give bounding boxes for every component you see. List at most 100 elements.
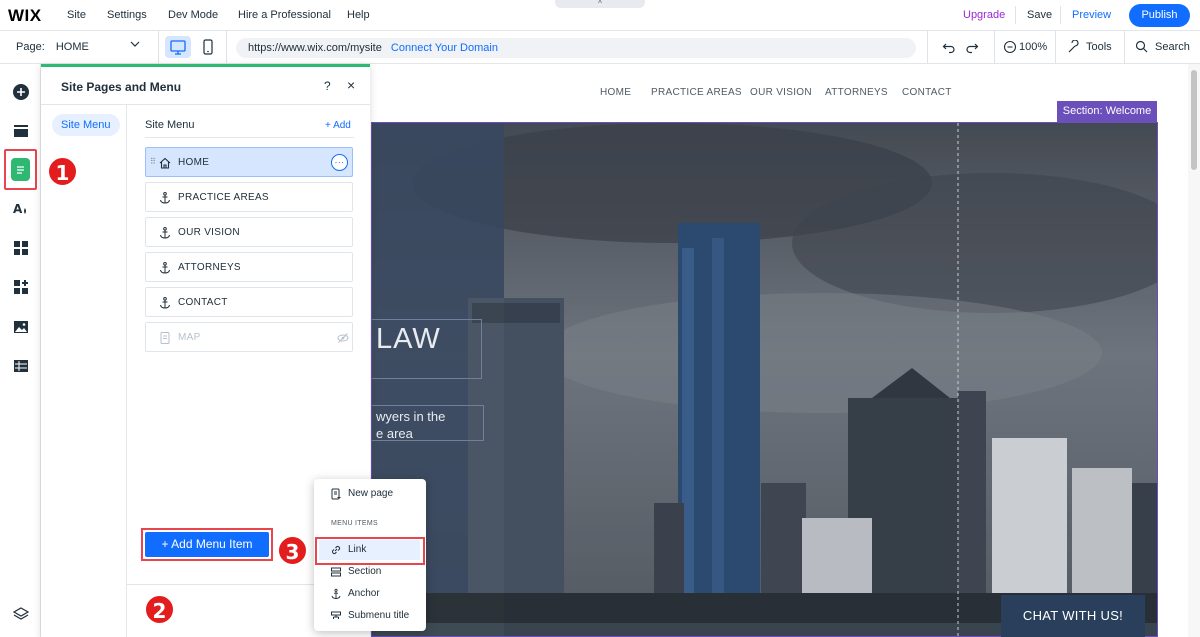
panel-header: Site Pages and Menu ? ×: [41, 67, 370, 105]
menu-site[interactable]: Site: [67, 9, 86, 21]
hidden-eye-icon[interactable]: [337, 332, 349, 344]
menu-item-label: PRACTICE AREAS: [178, 192, 269, 203]
anchor-icon: [331, 588, 341, 599]
top-bar: WIX Site Settings Dev Mode Hire a Profes…: [0, 0, 1200, 31]
page-selector[interactable]: Page: HOME: [16, 41, 89, 53]
redo-icon[interactable]: [965, 40, 979, 57]
site-nav-attorneys[interactable]: ATTORNEYS: [825, 87, 888, 98]
menus-icon[interactable]: [8, 118, 34, 144]
left-rail: A: [0, 64, 41, 637]
divider: [158, 31, 159, 64]
mobile-view-button[interactable]: [198, 36, 218, 58]
url-bar[interactable]: https://www.wix.com/mysite Connect Your …: [236, 38, 916, 58]
publish-button[interactable]: Publish: [1129, 4, 1190, 27]
cms-icon[interactable]: [8, 353, 34, 379]
pages-button-highlight[interactable]: [4, 149, 37, 190]
chat-button[interactable]: CHAT WITH US!: [1001, 595, 1145, 637]
section-label[interactable]: Section: Welcome: [1057, 101, 1157, 122]
undo-icon[interactable]: [942, 40, 956, 57]
drag-handle-icon[interactable]: ⠿: [150, 157, 156, 166]
site-nav-practice-areas[interactable]: PRACTICE AREAS: [651, 87, 742, 98]
collapse-topbar-tab[interactable]: ^: [555, 0, 645, 8]
pages-icon: [11, 158, 30, 181]
zoom-out-icon[interactable]: [1003, 40, 1017, 57]
menu-item-map[interactable]: MAP: [145, 322, 353, 352]
dropdown-new-page[interactable]: New page: [314, 484, 426, 504]
menu-item-practice-areas[interactable]: PRACTICE AREAS: [145, 182, 353, 212]
dropdown-label: Anchor: [348, 588, 380, 599]
scrollbar-thumb[interactable]: [1191, 70, 1197, 170]
business-icon[interactable]: [8, 274, 34, 300]
upgrade-link[interactable]: Upgrade: [963, 9, 1005, 21]
canvas-scrollbar[interactable]: [1188, 64, 1200, 637]
add-menu-item-button[interactable]: + Add Menu Item: [145, 532, 269, 557]
design-icon[interactable]: A: [8, 196, 34, 222]
more-actions-icon[interactable]: ···: [331, 154, 348, 171]
menu-item-label: OUR VISION: [178, 227, 240, 238]
editor-toolbar: Page: HOME https://www.wix.com/mysite Co…: [0, 31, 1200, 64]
hero-subtitle-line1[interactable]: wyers in the: [376, 409, 445, 424]
link-option-highlight: [315, 537, 425, 565]
site-nav-home[interactable]: HOME: [600, 87, 631, 98]
hero-section[interactable]: LAW wyers in the e area: [371, 122, 1158, 637]
tab-site-menu[interactable]: Site Menu: [52, 114, 120, 136]
divider: [927, 31, 928, 64]
menu-item-label: MAP: [178, 332, 201, 343]
site-url: https://www.wix.com/mysite: [248, 42, 382, 54]
wix-logo[interactable]: WIX: [8, 6, 42, 26]
zoom-level[interactable]: 100%: [1019, 41, 1047, 53]
menu-item-label: CONTACT: [178, 297, 228, 308]
menu-item-home[interactable]: ⠿ HOME ···: [145, 147, 353, 177]
apps-icon[interactable]: [8, 235, 34, 261]
media-icon[interactable]: [8, 314, 34, 340]
site-nav-our-vision[interactable]: OUR VISION: [750, 87, 812, 98]
menu-item-label: HOME: [178, 157, 210, 168]
chevron-down-icon[interactable]: [130, 39, 140, 52]
tools-button[interactable]: Tools: [1086, 41, 1112, 53]
layers-icon[interactable]: [8, 601, 34, 627]
new-page-icon: [331, 488, 341, 500]
desktop-view-button[interactable]: [165, 36, 191, 58]
menu-settings[interactable]: Settings: [107, 9, 147, 21]
panel-title: Site Pages and Menu: [61, 80, 182, 94]
hero-heading[interactable]: LAW: [376, 323, 441, 356]
menu-help[interactable]: Help: [347, 9, 370, 21]
menu-item-our-vision[interactable]: OUR VISION: [145, 217, 353, 247]
dropdown-submenu-title[interactable]: Submenu title: [314, 606, 426, 626]
divider: [1015, 6, 1016, 24]
anchor-icon: [160, 262, 170, 274]
anchor-icon: [160, 227, 170, 239]
anchor-icon: [160, 297, 170, 309]
dropdown-section[interactable]: Section: [314, 562, 426, 582]
menu-hire-professional[interactable]: Hire a Professional: [238, 9, 331, 21]
dropdown-label: Section: [348, 566, 382, 577]
dropdown-section-header: MENU ITEMS: [331, 520, 378, 527]
mobile-icon: [203, 39, 213, 55]
step-badge-2: 2: [144, 594, 175, 625]
preview-button[interactable]: Preview: [1072, 9, 1111, 21]
search-button[interactable]: Search: [1155, 41, 1190, 53]
menu-dev-mode[interactable]: Dev Mode: [168, 9, 218, 21]
svg-text:A: A: [13, 202, 23, 216]
tools-icon[interactable]: [1067, 39, 1081, 57]
close-icon[interactable]: ×: [347, 77, 355, 93]
add-icon[interactable]: [8, 79, 34, 105]
page-value: HOME: [55, 41, 89, 53]
help-icon[interactable]: ?: [324, 79, 331, 93]
site-nav-contact[interactable]: CONTACT: [902, 87, 952, 98]
dropdown-label: New page: [348, 488, 394, 499]
step-badge-1: 1: [47, 156, 78, 187]
menu-item-attorneys[interactable]: ATTORNEYS: [145, 252, 353, 282]
connect-domain-link[interactable]: Connect Your Domain: [391, 42, 498, 54]
desktop-icon: [170, 40, 186, 55]
home-icon: [159, 157, 171, 169]
divider: [226, 31, 227, 64]
add-menu-link[interactable]: + Add: [325, 120, 351, 131]
divider: [994, 31, 995, 64]
search-icon[interactable]: [1135, 40, 1148, 56]
hero-subtitle-line2[interactable]: e area: [376, 426, 413, 441]
dropdown-anchor[interactable]: Anchor: [314, 584, 426, 604]
menu-item-contact[interactable]: CONTACT: [145, 287, 353, 317]
save-button[interactable]: Save: [1027, 9, 1052, 21]
menu-section-label: Site Menu: [145, 119, 195, 131]
